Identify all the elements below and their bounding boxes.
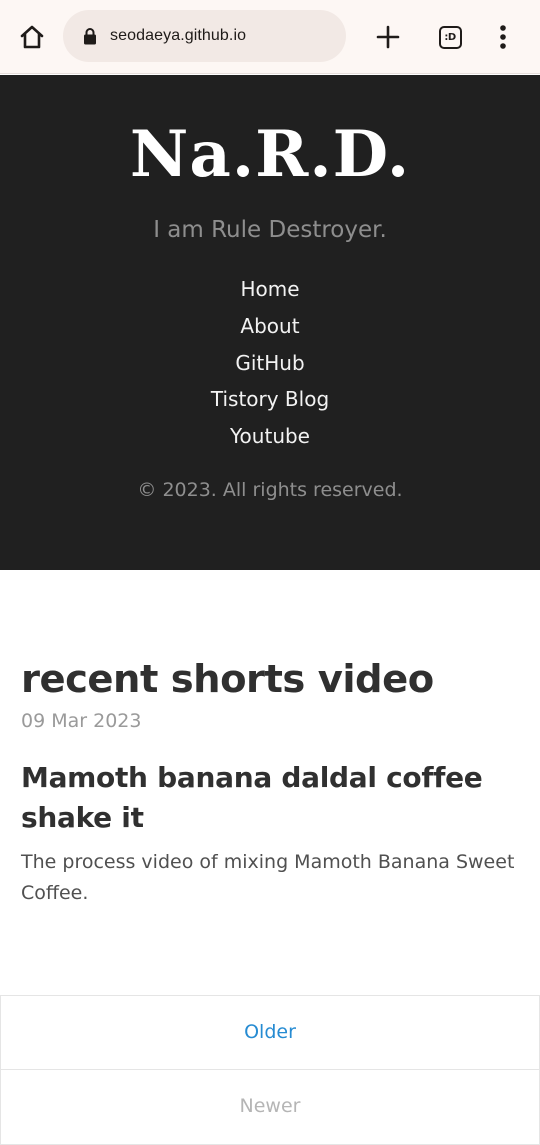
browser-toolbar: seodaeya.github.io :D — [0, 0, 540, 74]
nav-link-youtube[interactable]: Youtube — [230, 424, 310, 448]
post-date: 09 Mar 2023 — [21, 710, 142, 732]
tab-switcher-label: :D — [444, 31, 456, 43]
nav-item-youtube: Youtube — [0, 418, 540, 455]
url-text[interactable]: seodaeya.github.io — [110, 27, 246, 45]
home-icon — [20, 25, 44, 49]
post-title-link[interactable]: Mamoth banana daldal coffee shake it — [21, 758, 521, 838]
more-vert-icon — [500, 25, 506, 49]
plus-icon — [376, 25, 400, 49]
page-title: recent shorts video — [21, 657, 434, 702]
tab-switcher-icon: :D — [438, 25, 462, 49]
nav-link-about[interactable]: About — [240, 314, 299, 338]
tab-switcher-button[interactable]: :D — [426, 13, 474, 61]
home-button[interactable] — [8, 13, 56, 61]
older-page-link[interactable]: Older — [0, 995, 540, 1070]
site-title[interactable]: Na.R.D. — [0, 115, 540, 195]
site-nav: Home About GitHub Tistory Blog Youtube — [0, 271, 540, 455]
site-header: Na.R.D. I am Rule Destroyer. Home About … — [0, 75, 540, 570]
post-excerpt: The process video of mixing Mamoth Banan… — [21, 851, 515, 904]
copyright-text: © 2023. All rights reserved. — [137, 479, 403, 501]
newer-page-label: Newer — [0, 1070, 540, 1145]
nav-link-tistory-blog[interactable]: Tistory Blog — [211, 387, 329, 411]
pagination: Older Newer — [0, 995, 540, 1145]
nav-link-github[interactable]: GitHub — [235, 351, 304, 375]
nav-item-home: Home — [0, 271, 540, 308]
nav-item-tistory-blog: Tistory Blog — [0, 381, 540, 418]
nav-item-about: About — [0, 308, 540, 345]
lock-icon[interactable] — [81, 25, 99, 47]
new-tab-button[interactable] — [364, 13, 412, 61]
address-bar[interactable]: seodaeya.github.io — [63, 10, 346, 62]
site-tagline: I am Rule Destroyer. — [153, 217, 387, 243]
browser-menu-button[interactable] — [479, 13, 527, 61]
nav-link-home[interactable]: Home — [240, 277, 299, 301]
nav-item-github: GitHub — [0, 345, 540, 382]
